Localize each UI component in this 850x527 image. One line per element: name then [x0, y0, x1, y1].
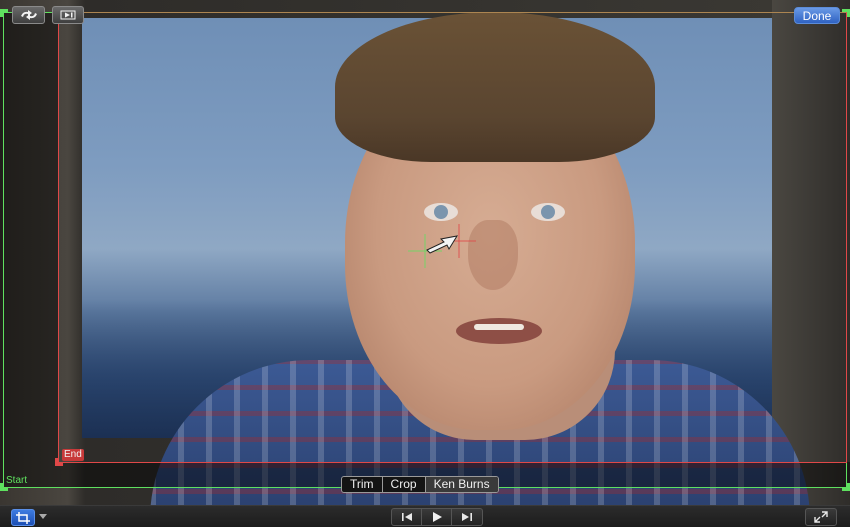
skip-back-button[interactable] [391, 508, 422, 526]
fullscreen-icon [814, 511, 828, 523]
skip-back-icon [401, 513, 412, 521]
swap-arrows-icon [20, 10, 37, 20]
crop-mode-segmented-control: Trim Crop Ken Burns [341, 476, 499, 493]
transport-controls [391, 508, 483, 526]
motion-direction-arrow-icon [426, 235, 459, 254]
chevron-down-icon [39, 514, 47, 519]
play-preview-icon [60, 10, 76, 20]
preview-button[interactable] [52, 6, 84, 24]
tab-ken-burns[interactable]: Ken Burns [425, 477, 498, 492]
crop-tool-button[interactable] [11, 509, 35, 526]
play-icon [432, 512, 442, 522]
viewer-top-bar: Done [0, 0, 850, 24]
end-frame-label: End [62, 449, 84, 461]
tab-trim[interactable]: Trim [342, 477, 383, 492]
start-frame-label: Start [6, 475, 28, 486]
viewer-bottom-bar [0, 505, 850, 527]
skip-forward-button[interactable] [452, 508, 483, 526]
crop-options-menu[interactable] [38, 512, 48, 522]
start-frame-handle-bottom-right[interactable] [842, 483, 850, 491]
crop-icon [16, 511, 30, 524]
skip-forward-icon [462, 513, 472, 521]
ken-burns-editor: End Start Done Trim Crop Ken Burns [0, 0, 850, 527]
video-viewer[interactable]: End Start [0, 0, 850, 505]
fullscreen-button[interactable] [805, 508, 837, 526]
swap-start-end-button[interactable] [12, 6, 45, 24]
tab-crop[interactable]: Crop [383, 477, 426, 492]
play-button[interactable] [422, 508, 452, 526]
done-button[interactable]: Done [794, 7, 840, 24]
